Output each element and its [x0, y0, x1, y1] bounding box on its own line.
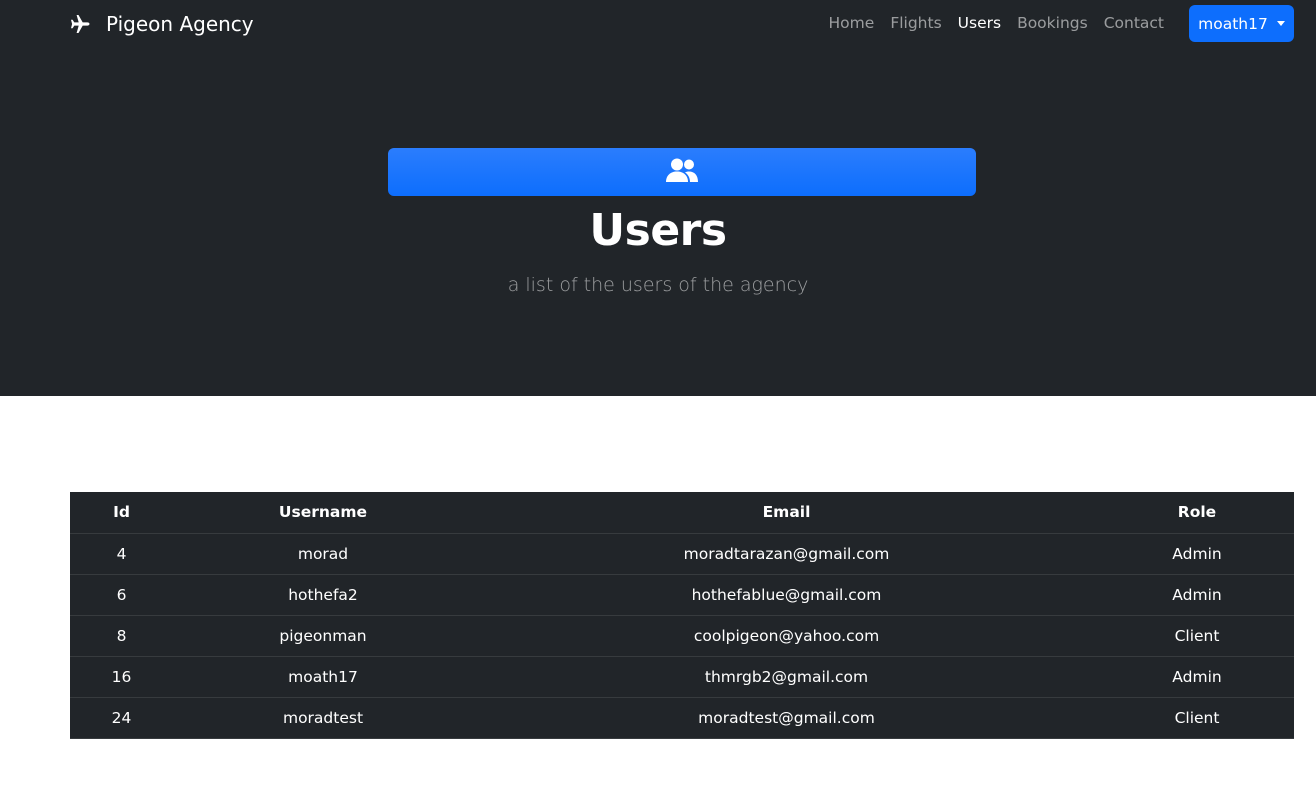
cell-username: morad: [173, 533, 473, 575]
table-row: 8 pigeonman coolpigeon@yahoo.com Client: [70, 615, 1294, 657]
cell-role: Client: [1100, 615, 1294, 657]
column-header-email: Email: [473, 492, 1100, 534]
nav-link-bookings[interactable]: Bookings: [1017, 14, 1088, 32]
cell-role: Admin: [1100, 656, 1294, 698]
brand-link[interactable]: Pigeon Agency: [68, 12, 254, 36]
nav-link-users[interactable]: Users: [958, 14, 1001, 32]
cell-email: moradtest@gmail.com: [473, 697, 1100, 739]
hero-section: Pigeon Agency Home Flights Users Booking…: [0, 0, 1316, 396]
cell-id: 8: [70, 615, 173, 657]
page-subtitle: a list of the users of the agency: [507, 274, 809, 296]
cell-role: Admin: [1100, 574, 1294, 616]
users-icon: [665, 157, 699, 187]
cell-id: 16: [70, 656, 173, 698]
cell-username: moradtest: [173, 697, 473, 739]
nav-links: Home Flights Users Bookings Contact: [813, 14, 1164, 32]
cell-username: moath17: [173, 656, 473, 698]
table-row: 6 hothefa2 hothefablue@gmail.com Admin: [70, 574, 1294, 616]
users-table: Id Username Email Role 4 morad moradtara…: [70, 492, 1294, 739]
cell-username: pigeonman: [173, 615, 473, 657]
table-row: 16 moath17 thmrgb2@gmail.com Admin: [70, 656, 1294, 698]
cell-id: 6: [70, 574, 173, 616]
cell-email: coolpigeon@yahoo.com: [473, 615, 1100, 657]
column-header-id: Id: [70, 492, 173, 534]
caret-down-icon: [1276, 21, 1285, 26]
cell-email: thmrgb2@gmail.com: [473, 656, 1100, 698]
brand-name: Pigeon Agency: [106, 12, 254, 36]
navbar: Pigeon Agency Home Flights Users Booking…: [0, 0, 1316, 50]
cell-id: 4: [70, 533, 173, 575]
cell-id: 24: [70, 697, 173, 739]
cell-username: hothefa2: [173, 574, 473, 616]
plane-icon: [68, 12, 92, 36]
users-table-container: Id Username Email Role 4 morad moradtara…: [70, 492, 1294, 739]
cell-email: moradtarazan@gmail.com: [473, 533, 1100, 575]
nav-link-contact[interactable]: Contact: [1104, 14, 1164, 32]
cell-email: hothefablue@gmail.com: [473, 574, 1100, 616]
user-menu-label: moath17: [1198, 14, 1268, 33]
cell-role: Admin: [1100, 533, 1294, 575]
column-header-username: Username: [173, 492, 473, 534]
table-row: 24 moradtest moradtest@gmail.com Client: [70, 697, 1294, 739]
page-title: Users: [589, 205, 727, 256]
nav-link-home[interactable]: Home: [829, 14, 875, 32]
nav-link-flights[interactable]: Flights: [890, 14, 941, 32]
user-menu-button[interactable]: moath17: [1189, 5, 1294, 42]
cell-role: Client: [1100, 697, 1294, 739]
column-header-role: Role: [1100, 492, 1294, 534]
table-header-row: Id Username Email Role: [70, 492, 1294, 534]
table-row: 4 morad moradtarazan@gmail.com Admin: [70, 533, 1294, 575]
users-banner: [388, 148, 976, 196]
